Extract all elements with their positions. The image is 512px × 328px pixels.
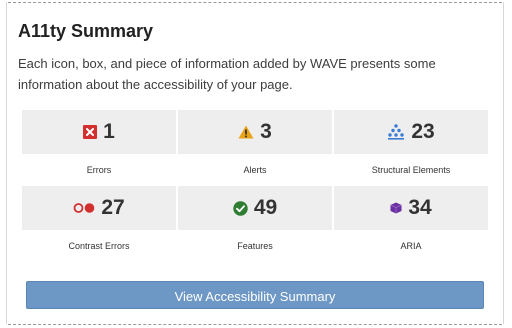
contrast-count: 27 <box>101 196 125 219</box>
contrast-box: 27 <box>22 186 176 230</box>
alerts-box: 3 <box>178 110 332 154</box>
aria-box: 34 <box>334 186 488 230</box>
aria-label: ARIA <box>400 241 422 251</box>
features-label: Features <box>237 241 273 251</box>
check-circle-icon <box>233 200 248 216</box>
summary-row-2: 27 Contrast Errors 49 Features 34 ARIA <box>22 186 488 262</box>
summary-row-1: 1 Errors 3 Alerts 23 Structural Elements <box>22 110 488 186</box>
bottom-divider <box>8 324 502 325</box>
summary-grid: 1 Errors 3 Alerts 23 Structural Elements… <box>22 110 488 262</box>
alerts-label: Alerts <box>243 165 267 175</box>
errors-count: 1 <box>103 120 115 143</box>
alert-triangle-icon <box>238 125 254 139</box>
structure-stat[interactable]: 23 Structural Elements <box>334 110 488 186</box>
panel-title: A11ty Summary <box>18 21 154 41</box>
error-icon <box>83 125 98 139</box>
panel-description: Each icon, box, and piece of information… <box>18 56 436 92</box>
aria-stat[interactable]: 34 ARIA <box>334 186 488 262</box>
errors-box: 1 <box>22 110 176 154</box>
top-divider <box>8 2 502 3</box>
aria-count: 34 <box>408 196 432 219</box>
contrast-stat[interactable]: 27 Contrast Errors <box>22 186 176 262</box>
alerts-count: 3 <box>260 120 272 143</box>
alerts-stat[interactable]: 3 Alerts <box>178 110 332 186</box>
contrast-label: Contrast Errors <box>68 241 130 251</box>
view-accessibility-summary-button[interactable]: View Accessibility Summary <box>26 281 484 309</box>
a11ty-summary-panel: A11ty Summary Each icon, box, and piece … <box>0 0 512 328</box>
errors-label: Errors <box>86 165 112 175</box>
errors-stat[interactable]: 1 Errors <box>22 110 176 186</box>
structure-box: 23 <box>334 110 488 154</box>
features-count: 49 <box>253 196 278 219</box>
aria-cube-icon <box>390 202 402 214</box>
structure-tree-icon <box>387 124 405 140</box>
structure-count: 23 <box>411 120 435 143</box>
features-stat[interactable]: 49 Features <box>178 186 332 262</box>
structure-label: Structural Elements <box>371 165 451 175</box>
contrast-icon <box>73 202 95 214</box>
left-border <box>6 2 7 324</box>
right-border <box>503 2 504 324</box>
features-box: 49 <box>178 186 332 230</box>
